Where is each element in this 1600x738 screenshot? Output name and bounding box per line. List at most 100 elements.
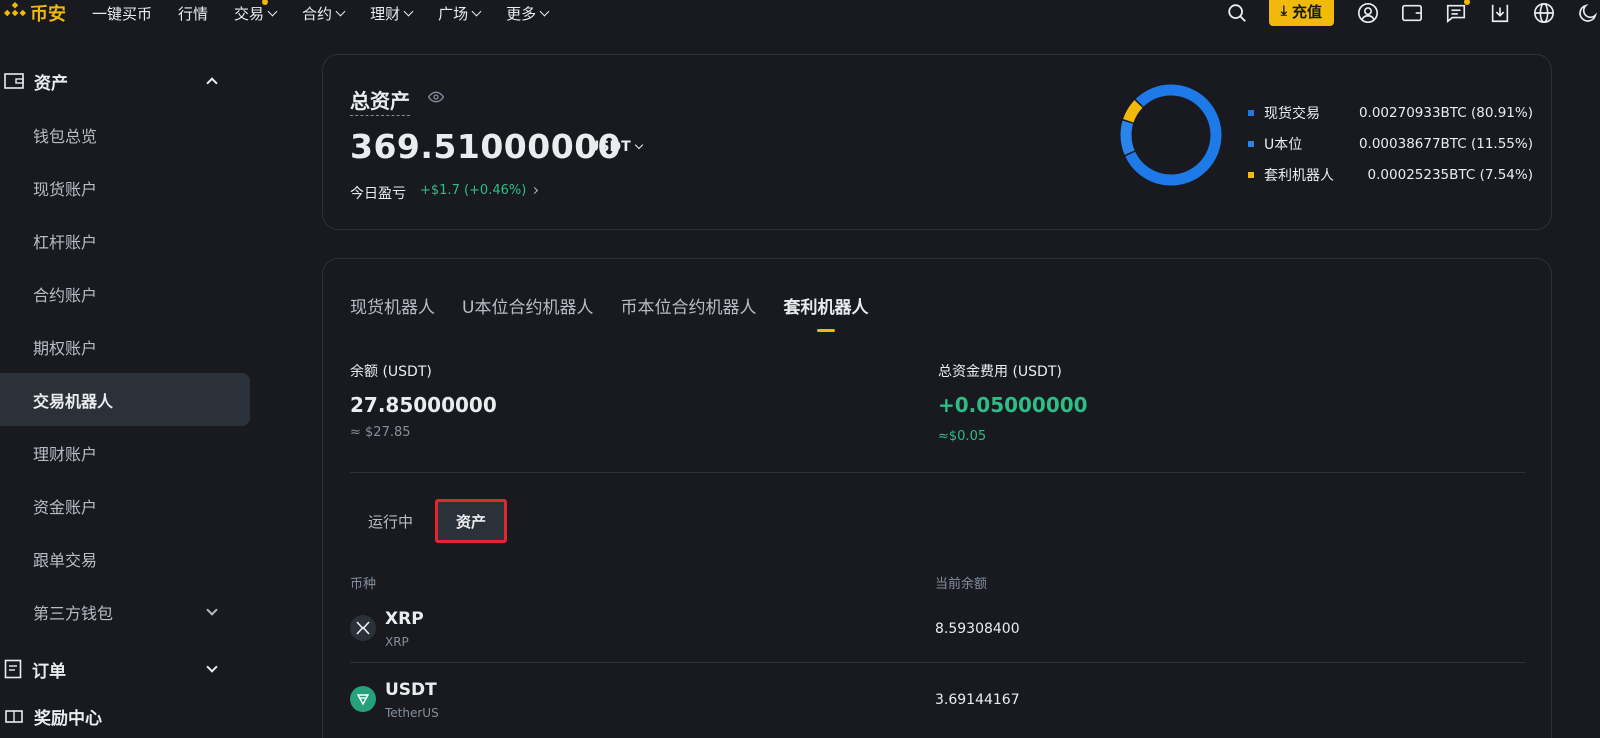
balance-stat: 余额 (USDT) 27.85000000 ≈ $27.85	[350, 361, 497, 440]
sidebar-section-rewards[interactable]: 奖励中心	[0, 700, 250, 738]
total-assets-value: 369.51000000	[350, 127, 622, 166]
table-row[interactable]: XRP XRP 8.59308400	[350, 593, 1525, 663]
nav-actions: ⤓ 充值	[1225, 0, 1600, 26]
legend-swatch	[1248, 109, 1254, 116]
sidebar-item-trading-bots[interactable]: 交易机器人	[0, 373, 250, 426]
chevron-down-icon	[206, 603, 218, 616]
sidebar-item-spot[interactable]: 现货账户	[0, 161, 250, 214]
sidebar-item-options[interactable]: 期权账户	[0, 320, 250, 373]
sidebar-item-label: 第三方钱包	[33, 603, 114, 623]
download-icon[interactable]	[1488, 1, 1512, 25]
total-assets-card: 总资产 369.51000000 USDT 今日盈亏 +$1.7 (+0.46%…	[322, 54, 1552, 230]
tab-label: 现货机器人	[350, 298, 435, 318]
sidebar-section-assets[interactable]: 资产	[0, 54, 250, 108]
nav-item-label: 行情	[178, 4, 209, 23]
funding-fee-stat: 总资金费用 (USDT) +0.05000000 ≈$0.05	[938, 361, 1088, 444]
tab-assets[interactable]: 资产	[435, 499, 508, 543]
nav-item-markets[interactable]: 行情	[178, 3, 208, 24]
chevron-down-icon	[634, 140, 643, 150]
trading-bots-card: 现货机器人 U本位合约机器人 币本位合约机器人 套利机器人 余额 (USDT) …	[322, 258, 1552, 738]
allocation-donut-chart	[1120, 84, 1222, 186]
sidebar-section-label: 奖励中心	[34, 709, 102, 729]
legend-swatch	[1248, 171, 1254, 178]
notification-dot	[262, 0, 269, 5]
column-header-coin[interactable]: 币种	[350, 573, 376, 592]
chevron-down-icon	[539, 6, 550, 16]
sidebar: 资产 钱包总览 现货账户 杠杆账户 合约账户 期权账户 交易机器人 理财账户 资…	[0, 54, 250, 738]
sidebar-item-label: 跟单交易	[33, 550, 98, 570]
nav-item-buy-crypto[interactable]: 一键买币	[92, 3, 152, 24]
balance-label: 余额 (USDT)	[350, 364, 432, 380]
tab-label: 运行中	[368, 512, 414, 531]
legend-value: 0.00270933BTC (80.91%)	[1358, 104, 1533, 121]
nav-item-trade[interactable]: 交易	[234, 0, 278, 24]
column-header-balance[interactable]: 当前余额	[935, 573, 987, 592]
sidebar-item-wallet-overview[interactable]: 钱包总览	[0, 108, 250, 161]
brand-name: 币安	[30, 4, 66, 25]
sidebar-item-earn[interactable]: 理财账户	[0, 426, 250, 479]
donut-slice	[1120, 84, 1222, 186]
coin-balance: 3.69144167	[935, 692, 1020, 708]
sidebar-item-futures[interactable]: 合约账户	[0, 267, 250, 320]
nav-item-earn[interactable]: 理财	[370, 3, 414, 24]
sidebar-item-label: 钱包总览	[33, 126, 98, 146]
chevron-down-icon	[267, 6, 278, 16]
chevron-down-icon	[403, 6, 414, 16]
wallet-icon[interactable]	[1400, 1, 1424, 25]
brand-logo[interactable]: 币安	[4, 0, 66, 26]
today-pnl-value[interactable]: +$1.7 (+0.46%)	[420, 183, 539, 198]
tab-running[interactable]: 运行中	[350, 503, 431, 539]
deposit-label: 充值	[1291, 2, 1322, 21]
chevron-right-icon	[531, 186, 539, 195]
chevron-up-icon	[206, 77, 218, 89]
globe-icon[interactable]	[1532, 1, 1556, 25]
currency-selector[interactable]: USDT	[588, 139, 643, 155]
user-icon[interactable]	[1356, 1, 1380, 25]
total-assets-title[interactable]: 总资产	[350, 85, 410, 116]
gift-icon	[5, 710, 23, 723]
nav-item-square[interactable]: 广场	[438, 3, 482, 24]
legend-row: 套利机器人 0.00025235BTC (7.54%)	[1248, 159, 1533, 190]
coin-name: XRP	[385, 635, 409, 649]
table-row[interactable]: USDT TetherUS 3.69144167	[350, 664, 1525, 734]
allocation-legend: 现货交易 0.00270933BTC (80.91%) U本位 0.000386…	[1248, 97, 1533, 190]
message-icon[interactable]	[1444, 0, 1470, 25]
nav-item-futures[interactable]: 合约	[302, 3, 346, 24]
notification-dot	[1464, 0, 1470, 5]
balance-value: 27.85000000	[350, 393, 497, 417]
sidebar-item-margin[interactable]: 杠杆账户	[0, 214, 250, 267]
eye-icon[interactable]	[428, 89, 444, 105]
coin-symbol: XRP	[385, 609, 424, 629]
sidebar-item-third-party-wallet[interactable]: 第三方钱包	[0, 585, 250, 638]
divider	[350, 472, 1525, 473]
tab-arbitrage-bots[interactable]: 套利机器人	[783, 293, 868, 332]
sidebar-item-label: 交易机器人	[33, 391, 114, 411]
sidebar-item-funding[interactable]: 资金账户	[0, 479, 250, 532]
tab-label: U本位合约机器人	[462, 298, 594, 318]
deposit-button[interactable]: ⤓ 充值	[1268, 0, 1334, 26]
sidebar-item-label: 现货账户	[33, 179, 98, 199]
legend-value: 0.00025235BTC (7.54%)	[1367, 166, 1533, 183]
top-nav: 币安 一键买币 行情 交易 合约 理财 广场 更多 ⤓ 充值	[0, 0, 1600, 26]
sidebar-section-orders[interactable]: 订单	[0, 638, 250, 700]
moon-icon[interactable]	[1576, 1, 1600, 25]
bot-view-tabs: 运行中 资产	[350, 499, 508, 543]
nav-item-more[interactable]: 更多	[506, 3, 550, 24]
nav-item-label: 理财	[370, 4, 401, 23]
search-icon[interactable]	[1225, 1, 1249, 25]
nav-item-label: 合约	[302, 4, 333, 23]
funding-fee-value: +0.05000000	[938, 393, 1088, 417]
chevron-down-icon	[206, 661, 218, 673]
tab-usdm-futures-bots[interactable]: U本位合约机器人	[462, 293, 593, 318]
legend-name: 套利机器人	[1264, 167, 1334, 184]
download-arrow-icon: ⤓	[1280, 3, 1287, 19]
funding-fee-usd-value: ≈$0.05	[938, 429, 987, 444]
chevron-down-icon	[471, 6, 482, 16]
sidebar-item-copy-trading[interactable]: 跟单交易	[0, 532, 250, 585]
nav-item-label: 广场	[438, 4, 469, 23]
nav-item-label: 交易	[234, 4, 265, 23]
legend-row: 现货交易 0.00270933BTC (80.91%)	[1248, 97, 1533, 128]
tab-spot-bots[interactable]: 现货机器人	[350, 293, 435, 318]
nav-menu: 一键买币 行情 交易 合约 理财 广场 更多	[92, 0, 574, 24]
tab-coinm-futures-bots[interactable]: 币本位合约机器人	[620, 293, 756, 318]
